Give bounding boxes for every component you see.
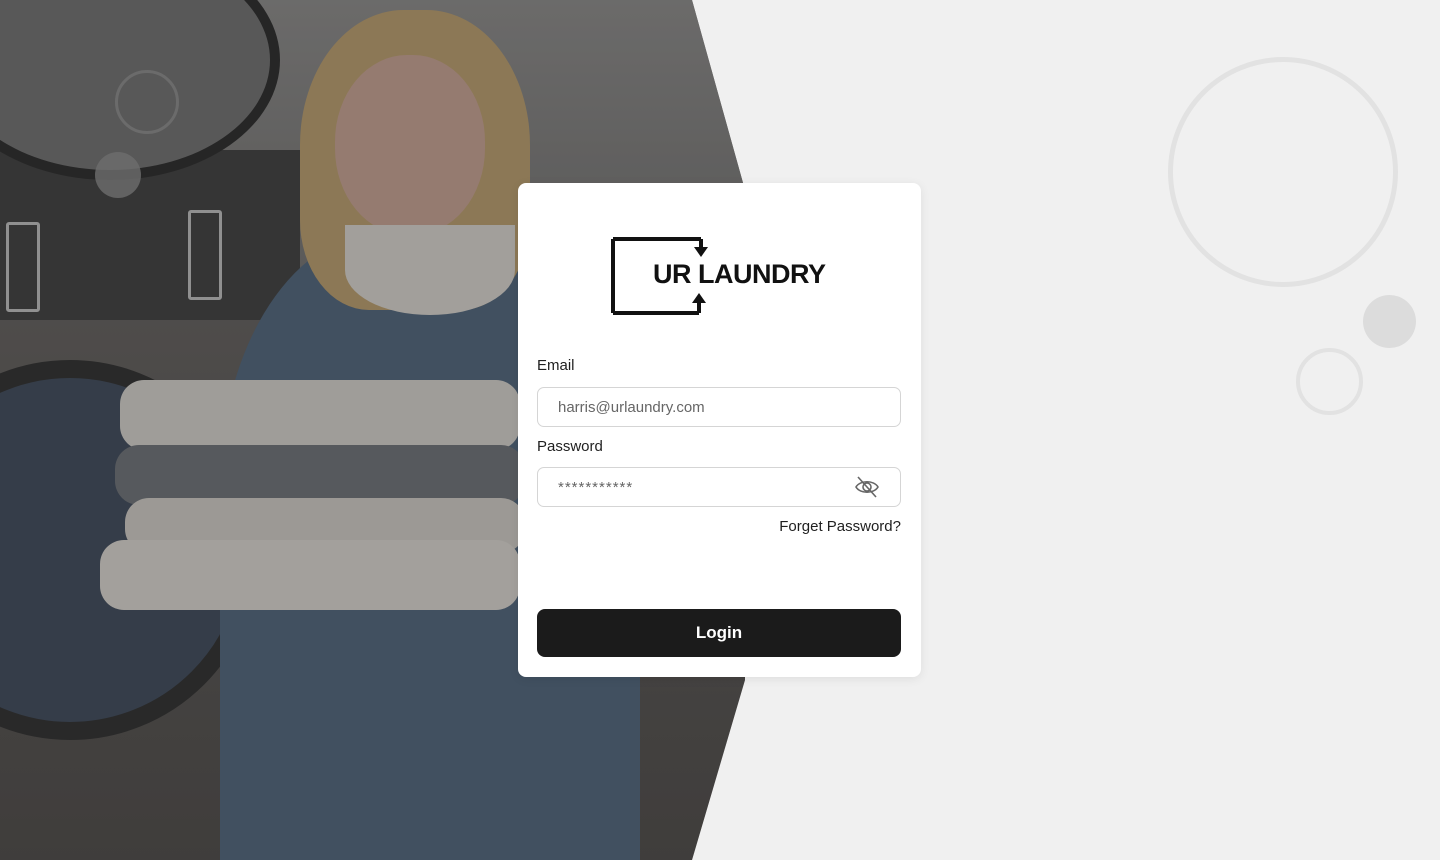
login-card: UR LAUNDRY Email Password Forget Passwor… — [518, 183, 921, 677]
decorative-dot — [95, 152, 141, 198]
email-field[interactable] — [538, 388, 900, 426]
brand-logo: UR LAUNDRY — [611, 237, 827, 315]
email-label: Email — [537, 357, 575, 374]
decorative-circle-large — [1168, 57, 1398, 287]
forgot-password-link[interactable]: Forget Password? — [779, 518, 901, 535]
brand-name: UR LAUNDRY — [653, 259, 826, 289]
decorative-ring — [115, 70, 179, 134]
password-field[interactable] — [538, 468, 900, 506]
eye-off-icon[interactable] — [854, 474, 880, 500]
password-field-wrapper — [537, 467, 901, 507]
login-button[interactable]: Login — [537, 609, 901, 657]
decorative-circle-small — [1296, 348, 1363, 415]
decorative-dot — [1363, 295, 1416, 348]
password-label: Password — [537, 438, 603, 455]
email-field-wrapper — [537, 387, 901, 427]
